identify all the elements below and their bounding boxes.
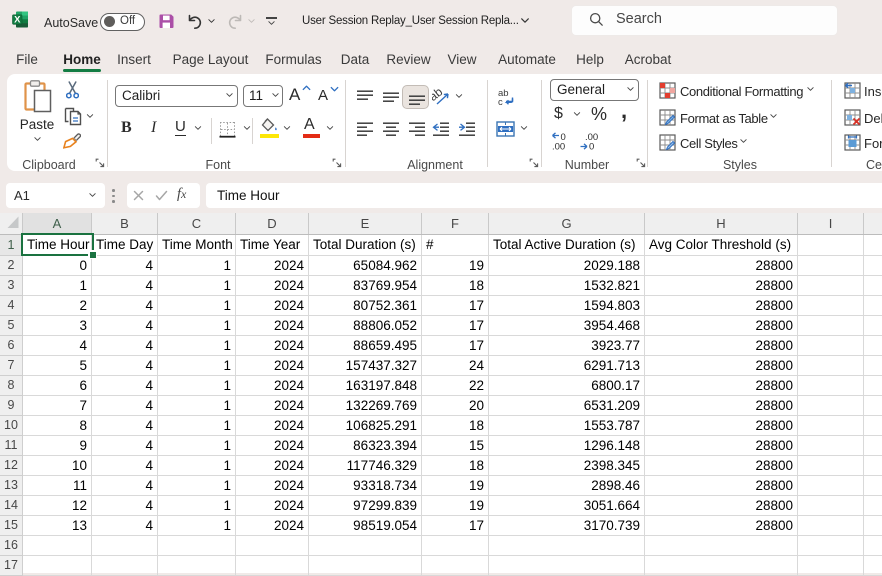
svg-text:.00: .00 (552, 142, 565, 152)
svg-text:c: c (498, 97, 503, 108)
svg-text:0: 0 (589, 142, 594, 152)
svg-text:X: X (14, 15, 21, 26)
svg-text:ab: ab (432, 88, 445, 104)
